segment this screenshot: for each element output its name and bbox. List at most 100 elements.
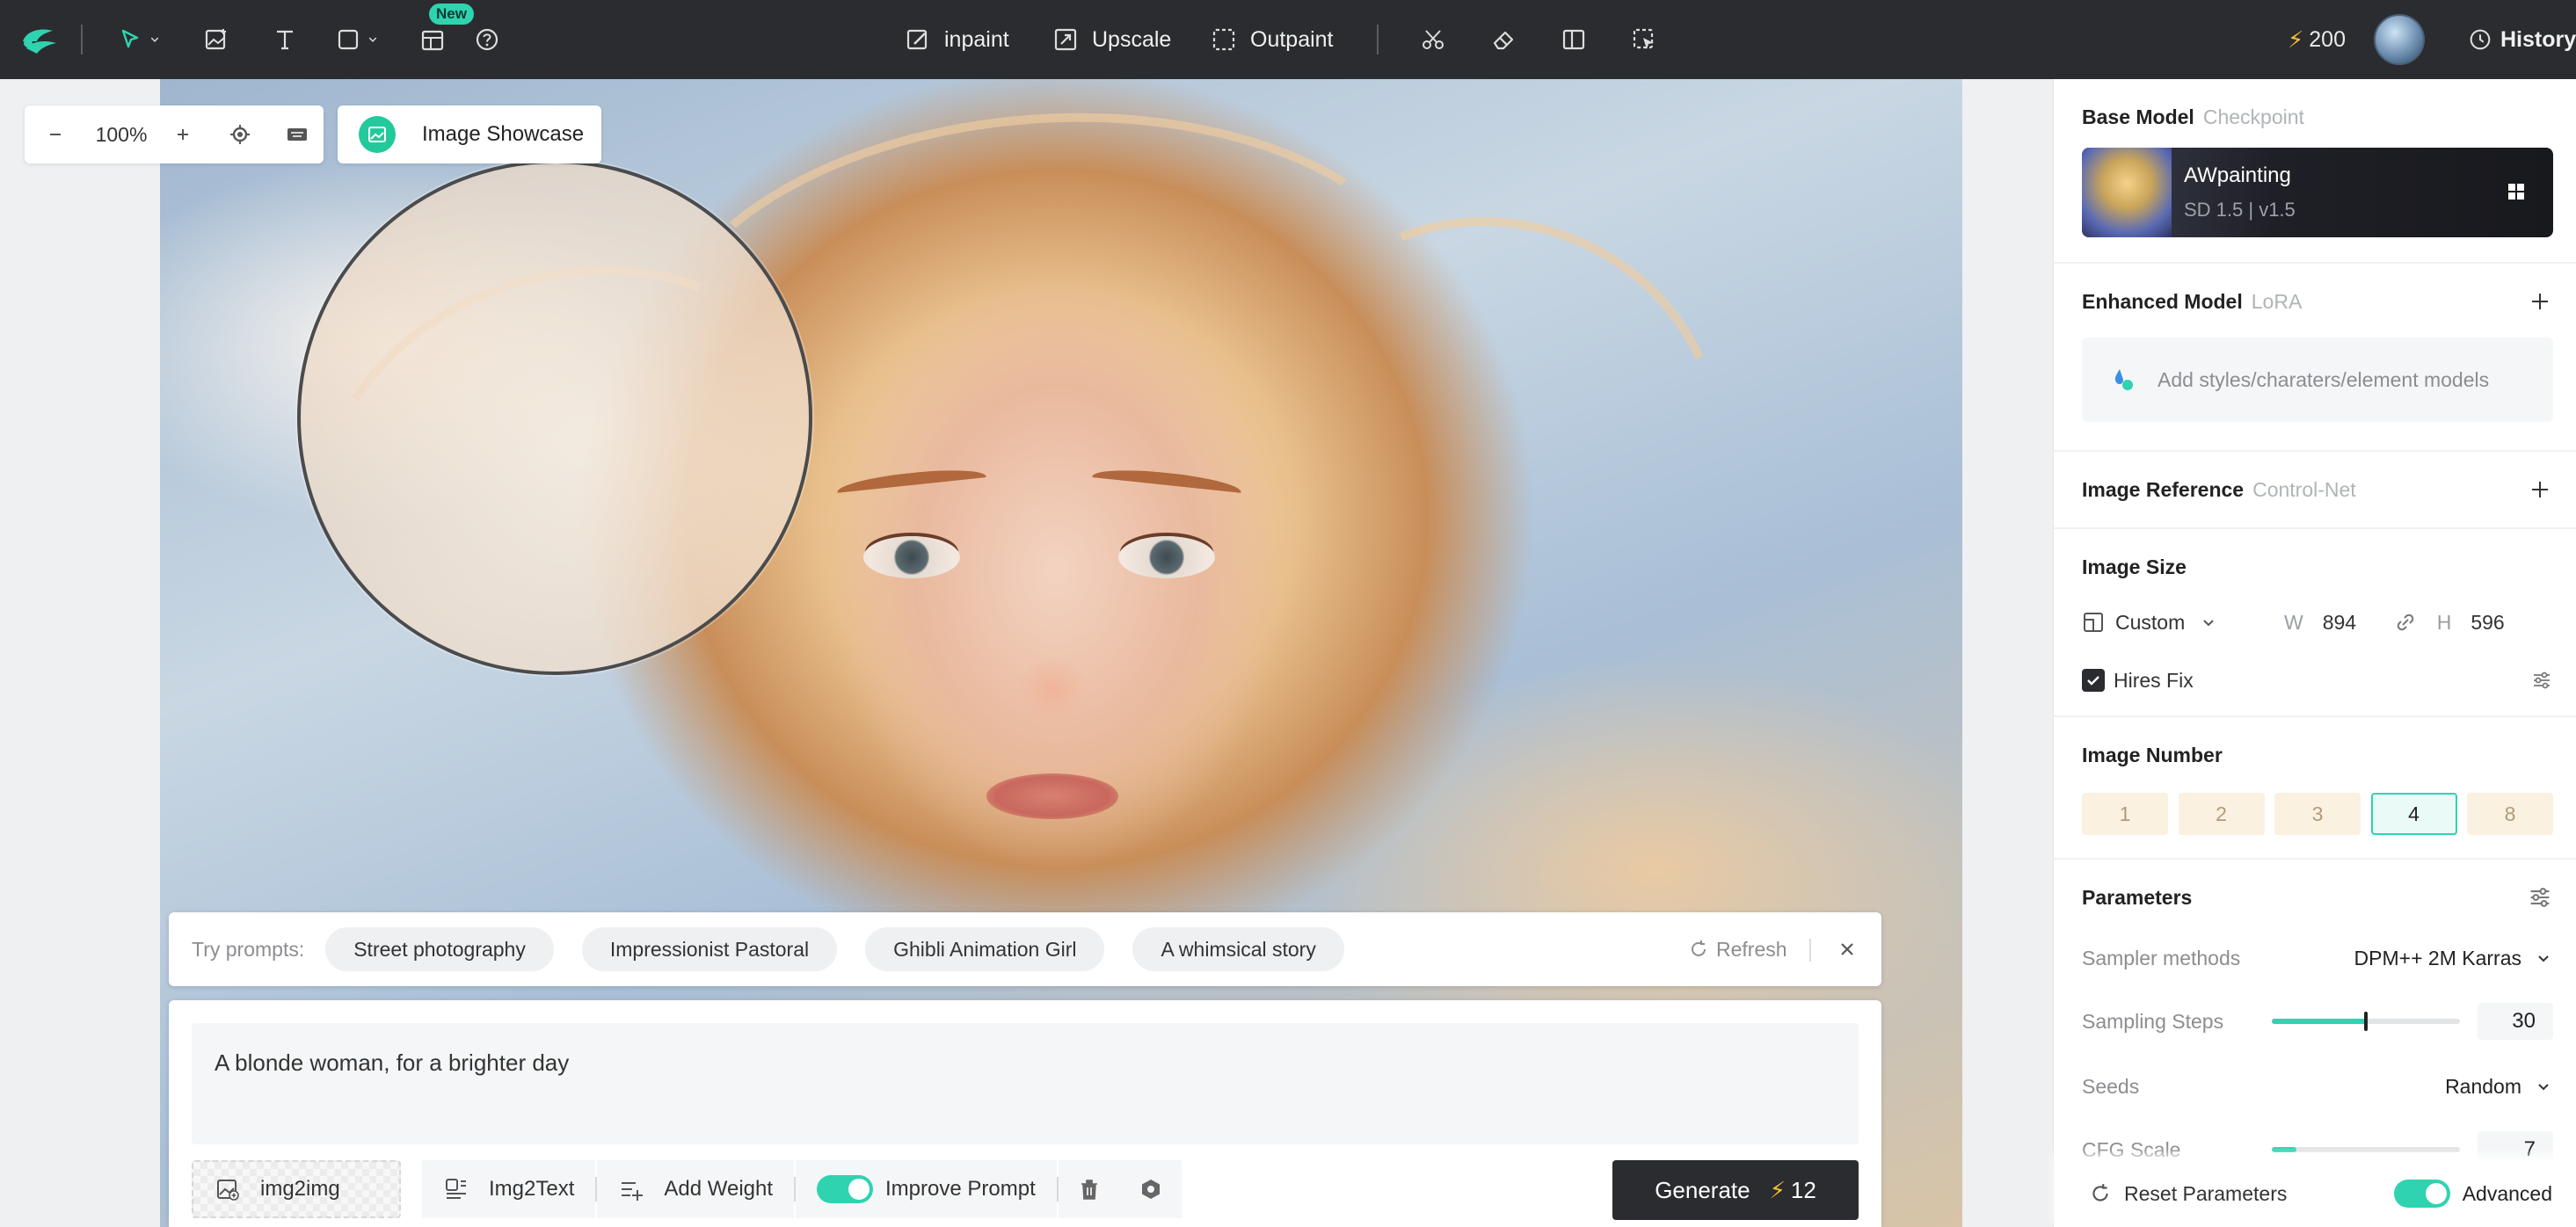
size-preset-select[interactable]: Custom xyxy=(2082,611,2284,635)
target-icon xyxy=(230,125,250,144)
hexagon-settings-icon xyxy=(1141,1180,1160,1199)
image-number-option[interactable]: 2 xyxy=(2178,793,2265,835)
add-lora-button[interactable]: Add styles/charaters/element models xyxy=(2082,338,2553,422)
canvas-area[interactable]: 100% Image Showcase Try prompts: Street … xyxy=(0,79,2053,1227)
seeds-label: Seeds xyxy=(2082,1074,2140,1098)
credits-display[interactable]: ⚡ 200 xyxy=(2288,0,2346,79)
grid-icon[interactable] xyxy=(2506,181,2527,202)
improve-prompt-toggle[interactable]: Improve Prompt xyxy=(796,1160,1057,1218)
image-number-option[interactable]: 8 xyxy=(2467,793,2553,835)
hires-fix-checkbox[interactable] xyxy=(2082,669,2105,692)
steps-input[interactable]: 30 xyxy=(2478,1003,2553,1040)
section-title: Parameters xyxy=(2082,886,2193,909)
slider-handle[interactable] xyxy=(2364,1012,2368,1031)
height-input[interactable]: 596 xyxy=(2470,611,2504,635)
shape-tool-button[interactable] xyxy=(332,0,382,79)
app-logo[interactable] xyxy=(18,0,62,79)
image-number-option[interactable]: 3 xyxy=(2274,793,2361,835)
section-title: Enhanced Model xyxy=(2082,290,2243,313)
sampler-select[interactable]: DPM++ 2M Karras xyxy=(2354,947,2553,970)
keyboard-shortcuts-button[interactable] xyxy=(271,105,324,163)
settings-button[interactable] xyxy=(1119,1160,1182,1218)
steps-slider[interactable] xyxy=(2272,1012,2460,1031)
text-tool-button[interactable] xyxy=(269,0,301,79)
reset-parameters-button[interactable]: Reset Parameters xyxy=(2089,1182,2287,1206)
generate-cost: 12 xyxy=(1790,1176,1816,1203)
cut-button[interactable] xyxy=(1417,0,1449,79)
credits-value: 200 xyxy=(2309,26,2346,52)
history-label: History xyxy=(2500,26,2576,52)
compare-button[interactable] xyxy=(1558,0,1590,79)
outpaint-button[interactable]: Outpaint xyxy=(1208,0,1334,79)
hires-fix-label: Hires Fix xyxy=(2114,668,2194,692)
image-number-options: 1 2 3 4 8 xyxy=(2082,793,2553,835)
text-icon xyxy=(269,24,301,55)
toggle-switch[interactable] xyxy=(817,1175,874,1203)
generate-button[interactable]: Generate ⚡ 12 xyxy=(1612,1160,1859,1220)
image-number-section: Image Number xyxy=(2082,744,2553,767)
eraser-button[interactable] xyxy=(1488,0,1519,79)
zoom-controls: 100% xyxy=(25,105,324,163)
sampler-label: Sampler methods xyxy=(2082,946,2241,969)
refresh-icon xyxy=(1692,940,1706,956)
image-number-option[interactable]: 1 xyxy=(2082,793,2168,835)
prompt-chip[interactable]: A whimsical story xyxy=(1132,927,1344,971)
image-number-option-selected[interactable]: 4 xyxy=(2370,793,2457,835)
prompt-chip[interactable]: Impressionist Pastoral xyxy=(581,927,838,971)
showcase-label: Image Showcase xyxy=(422,122,585,146)
lightning-icon: ⚡ xyxy=(1769,1176,1786,1203)
zoom-out-button[interactable] xyxy=(25,105,86,163)
section-title: Image Number xyxy=(2082,744,2223,766)
trash-icon xyxy=(1081,1180,1097,1200)
model-meta: SD 1.5 | v1.5 xyxy=(2184,199,2296,221)
sliders-icon[interactable] xyxy=(2530,669,2553,692)
lora-placeholder: Add styles/charaters/element models xyxy=(2158,367,2490,391)
advanced-toggle[interactable]: Advanced xyxy=(2393,1180,2552,1208)
image-showcase-button[interactable]: Image Showcase xyxy=(338,105,601,163)
select-region-button[interactable] xyxy=(1628,0,1660,79)
base-model-card[interactable]: AWpainting SD 1.5 | v1.5 xyxy=(2082,148,2553,237)
select-tool-button[interactable] xyxy=(114,0,164,79)
toggle-switch[interactable] xyxy=(2393,1180,2450,1208)
eraser-icon xyxy=(1488,24,1519,55)
add-weight-button[interactable]: Add Weight xyxy=(597,1160,795,1218)
sliders-icon[interactable] xyxy=(2527,884,2553,911)
history-button[interactable]: History xyxy=(2467,0,2576,79)
seeds-select[interactable]: Random xyxy=(2445,1075,2553,1099)
prompt-chip[interactable]: Ghibli Animation Girl xyxy=(865,927,1105,971)
add-weight-label: Add Weight xyxy=(664,1177,774,1201)
prompt-chip[interactable]: Street photography xyxy=(325,927,554,971)
section-subtitle: Checkpoint xyxy=(2202,105,2304,128)
magnifier-lens[interactable] xyxy=(297,160,812,675)
divider xyxy=(2054,262,2576,264)
gallery-icon xyxy=(359,116,396,153)
close-icon[interactable] xyxy=(1834,936,1860,962)
section-title: Image Size xyxy=(2082,555,2187,578)
prompt-input[interactable]: A blonde woman, for a brighter day xyxy=(192,1023,1859,1144)
dashed-frame-icon xyxy=(1208,24,1240,55)
plus-icon[interactable] xyxy=(2527,288,2553,315)
img2text-button[interactable]: Img2Text xyxy=(422,1160,596,1218)
chevron-down-icon[interactable] xyxy=(364,24,382,55)
model-name: AWpainting xyxy=(2184,163,2291,187)
upscale-button[interactable]: Upscale xyxy=(1050,0,1171,79)
image-size-row: Custom W 894 H 596 xyxy=(2082,605,2553,640)
cfg-slider[interactable] xyxy=(2272,1147,2460,1152)
img2img-upload[interactable]: img2img xyxy=(192,1160,401,1218)
refresh-button[interactable]: Refresh xyxy=(1688,912,1787,986)
image-upload-button[interactable] xyxy=(200,0,232,79)
width-input[interactable]: 894 xyxy=(2323,611,2384,635)
inpaint-button[interactable]: inpaint xyxy=(902,0,1009,79)
help-button[interactable] xyxy=(471,0,503,79)
zoom-in-button[interactable] xyxy=(156,105,209,163)
divider xyxy=(2054,527,2576,529)
fit-to-screen-button[interactable] xyxy=(209,105,271,163)
help-icon xyxy=(471,24,503,55)
avatar[interactable] xyxy=(2374,14,2425,65)
top-toolbar: New inpaint Upscale Outpaint ⚡ 200 Histo… xyxy=(0,0,2576,79)
plus-icon[interactable] xyxy=(2527,476,2553,503)
chevron-down-icon[interactable] xyxy=(146,24,164,55)
minus-icon xyxy=(50,134,61,135)
link-icon[interactable] xyxy=(2393,610,2418,635)
clear-prompt-button[interactable] xyxy=(1058,1160,1120,1218)
